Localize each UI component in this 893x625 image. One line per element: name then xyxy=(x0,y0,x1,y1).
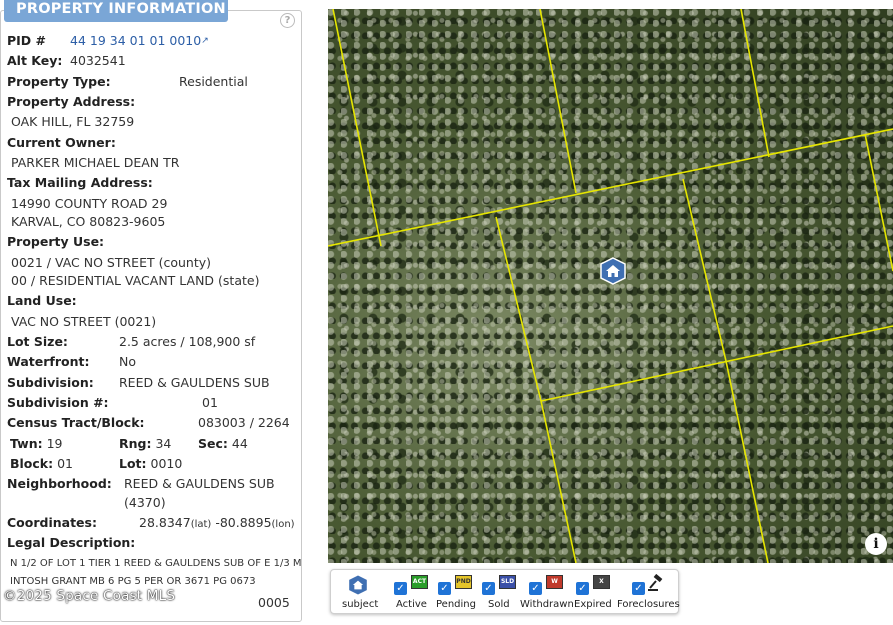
block-value: 01 xyxy=(57,456,74,471)
pid-label: PID # xyxy=(7,33,47,48)
waterfront-value: No xyxy=(119,354,136,369)
expired-badge-icon: X xyxy=(593,575,610,589)
tax-mailing-line2: KARVAL, CO 80823-9605 xyxy=(11,214,166,229)
active-checkbox[interactable]: ✓ xyxy=(394,582,407,595)
property-address-label: Property Address: xyxy=(7,94,136,109)
expired-checkbox[interactable]: ✓ xyxy=(576,582,589,595)
legend-label-sold: Sold xyxy=(488,599,510,610)
copyright-watermark: ©2025 Space Coast MLS xyxy=(3,588,176,604)
tax-mailing-line1: 14990 COUNTY ROAD 29 xyxy=(11,196,168,211)
twn-value: 19 xyxy=(46,436,63,451)
plat-page-value: 0005 xyxy=(258,595,290,610)
legal-description-line2: INTOSH GRANT MB 6 PG 5 PER OR 3671 PG 06… xyxy=(10,576,256,587)
pid-link[interactable]: 44 19 34 01 01 0010↗ xyxy=(70,33,209,49)
property-type-label: Property Type: xyxy=(7,74,111,89)
subdivision-value: REED & GAULDENS SUB xyxy=(119,375,270,390)
property-use-line1: 0021 / VAC NO STREET (county) xyxy=(11,255,211,270)
lot-field: Lot: 0010 xyxy=(119,456,182,472)
parcel-boundary-line xyxy=(725,360,769,563)
land-use-label: Land Use: xyxy=(7,293,77,308)
map-legend: subject ✓ ACT Active ✓ PND Pending ✓ SLD… xyxy=(330,569,680,614)
rng-field: Rng: 34 xyxy=(119,436,171,452)
lot-size-label: Lot Size: xyxy=(7,334,68,349)
parcel-boundary-line xyxy=(495,216,542,402)
subdivision-label: Subdivision: xyxy=(7,375,94,390)
legend-label-withdrawn: Withdrawn xyxy=(520,599,574,610)
current-owner-label: Current Owner: xyxy=(7,135,116,150)
help-icon[interactable]: ? xyxy=(280,13,295,28)
parcel-boundary-line xyxy=(539,9,577,194)
pid-row: PID # xyxy=(7,33,46,49)
lot-value: 0010 xyxy=(150,456,183,471)
twn-field: Twn: 19 xyxy=(10,436,63,452)
coordinates-value: 28.8347(lat) -80.8895(lon) xyxy=(139,515,295,533)
waterfront-label: Waterfront: xyxy=(7,354,90,369)
lot-size-value: 2.5 acres / 108,900 sf xyxy=(119,334,256,349)
legal-description-label: Legal Description: xyxy=(7,535,136,550)
legend-label-subject: subject xyxy=(342,599,379,610)
house-marker-icon xyxy=(349,575,367,595)
parcel-boundary-line xyxy=(540,400,577,563)
property-info-panel: ? PID # 44 19 34 01 01 0010↗ Alt Key: 40… xyxy=(0,10,302,622)
pending-checkbox[interactable]: ✓ xyxy=(438,582,451,595)
subdivision-num-label: Subdivision #: xyxy=(7,395,109,410)
legend-label-active: Active xyxy=(396,599,427,610)
lot-label: Lot: xyxy=(119,456,147,471)
parcel-boundary-line xyxy=(682,178,727,362)
block-label: Block: xyxy=(10,456,54,471)
property-use-label: Property Use: xyxy=(7,234,105,249)
parcel-boundary-line xyxy=(740,9,770,158)
withdrawn-checkbox[interactable]: ✓ xyxy=(529,582,542,595)
latitude-unit: (lat) xyxy=(190,519,212,530)
gavel-icon xyxy=(648,574,663,591)
legend-item-subject[interactable] xyxy=(341,574,375,600)
external-link-icon[interactable]: ↗ xyxy=(201,36,209,46)
census-label: Census Tract/Block: xyxy=(7,415,145,430)
twn-label: Twn: xyxy=(10,436,43,451)
census-value: 083003 / 2264 xyxy=(198,415,290,430)
alt-key-value: 4032541 xyxy=(70,53,126,68)
subdivision-num-value: 01 xyxy=(202,395,218,410)
parcel-boundary-line xyxy=(328,128,893,247)
longitude-unit: (lon) xyxy=(271,519,295,530)
sec-field: Sec: 44 xyxy=(198,436,248,452)
sold-badge-icon: SLD xyxy=(499,575,516,589)
aerial-map[interactable]: i xyxy=(328,9,893,563)
current-owner-value: PARKER MICHAEL DEAN TR xyxy=(11,155,180,170)
rng-label: Rng: xyxy=(119,436,152,451)
active-badge-icon: ACT xyxy=(411,575,428,589)
tax-mailing-label: Tax Mailing Address: xyxy=(7,175,153,190)
map-info-button[interactable]: i xyxy=(865,533,887,555)
parcel-boundary-line xyxy=(332,9,382,247)
legend-label-expired: Expired xyxy=(574,599,612,610)
latitude-value: 28.8347 xyxy=(139,515,191,530)
parcel-boundary-line xyxy=(540,325,893,402)
alt-key-label: Alt Key: xyxy=(7,53,63,68)
foreclosures-checkbox[interactable]: ✓ xyxy=(632,582,645,595)
neighborhood-line2: (4370) xyxy=(124,495,166,510)
property-address-value: OAK HILL, FL 32759 xyxy=(11,114,135,129)
coordinates-label: Coordinates: xyxy=(7,515,97,530)
neighborhood-line1: REED & GAULDENS SUB xyxy=(124,476,275,491)
sold-checkbox[interactable]: ✓ xyxy=(482,582,495,595)
sec-value: 44 xyxy=(231,436,248,451)
land-use-value: VAC NO STREET (0021) xyxy=(11,314,157,329)
block-field: Block: 01 xyxy=(10,456,73,472)
withdrawn-badge-icon: W xyxy=(546,575,563,589)
legend-label-pending: Pending xyxy=(436,599,476,610)
property-type-value: Residential xyxy=(179,74,248,89)
property-use-line2: 00 / RESIDENTIAL VACANT LAND (state) xyxy=(11,273,260,288)
parcel-lines xyxy=(328,9,893,563)
legend-label-foreclosures: Foreclosures xyxy=(617,599,680,610)
subject-house-marker-icon[interactable] xyxy=(598,256,628,286)
longitude-value: -80.8895 xyxy=(215,515,272,530)
pending-badge-icon: PND xyxy=(455,575,472,589)
sec-label: Sec: xyxy=(198,436,228,451)
panel-header-title: PROPERTY INFORMATION xyxy=(4,0,228,22)
legal-description-line1: N 1/2 OF LOT 1 TIER 1 REED & GAULDENS SU… xyxy=(10,558,302,569)
neighborhood-label: Neighborhood: xyxy=(7,476,112,491)
parcel-boundary-line xyxy=(864,133,893,272)
rng-value: 34 xyxy=(155,436,172,451)
pid-value[interactable]: 44 19 34 01 01 0010 xyxy=(70,33,201,48)
